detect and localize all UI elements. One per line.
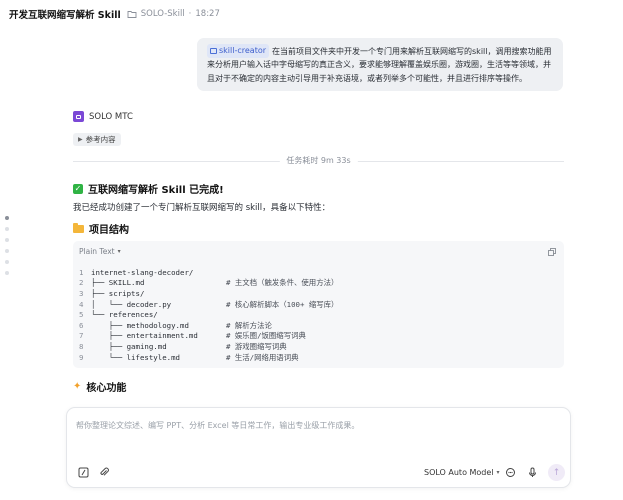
conversation-nav bbox=[5, 216, 9, 275]
done-heading-text: 互联网缩写解析 Skill 已完成! bbox=[88, 185, 224, 196]
structure-heading-text: 项目结构 bbox=[89, 225, 129, 236]
chevron-down-icon: ▾ bbox=[117, 248, 121, 255]
code-line: 4 │ └── decoder.py # 核心解析脚本（100+ 缩写库） bbox=[79, 299, 558, 310]
code-text: │ └── decoder.py bbox=[91, 299, 172, 309]
code-line: 6 ├── methodology.md # 解析方法论 bbox=[79, 320, 558, 331]
mic-icon[interactable] bbox=[526, 466, 538, 478]
chevron-right-icon: ▶ bbox=[78, 136, 83, 143]
line-number: 8 bbox=[79, 341, 84, 351]
user-message: skill-creator 在当前项目文件夹中开发一个专门用来解析互联网缩写的s… bbox=[197, 38, 563, 92]
line-number: 1 bbox=[79, 267, 84, 277]
separator: · bbox=[188, 9, 192, 19]
send-arrow-icon: ↑ bbox=[552, 467, 561, 478]
skill-tag-label: skill-creator bbox=[219, 46, 267, 55]
code-line: 8 ├── gaming.md # 游戏圈缩写词典 bbox=[79, 341, 558, 352]
code-text: ├── entertainment.md bbox=[91, 331, 198, 341]
folder-icon bbox=[127, 11, 137, 18]
nav-dot[interactable] bbox=[5, 227, 9, 231]
code-text: ├── gaming.md bbox=[91, 341, 167, 351]
line-number: 6 bbox=[79, 320, 84, 330]
duration-divider: 任务耗时 9m 33s bbox=[73, 155, 564, 167]
nav-dot[interactable] bbox=[5, 238, 9, 242]
code-text: internet-slang-decoder/ bbox=[91, 267, 194, 277]
code-comment: # 生活/网络用语词典 bbox=[226, 352, 299, 362]
code-line: 9 └── lifestyle.md # 生活/网络用语词典 bbox=[79, 352, 558, 363]
code-line: 2 ├── SKILL.md # 主文档（触发条件、使用方法） bbox=[79, 278, 558, 289]
language-label: Plain Text bbox=[79, 247, 115, 256]
structure-heading: 项目结构 bbox=[73, 221, 129, 236]
agent-name: SOLO MTC bbox=[89, 111, 133, 122]
code-comment: # 娱乐圈/饭圈缩写词典 bbox=[226, 331, 306, 341]
send-button[interactable]: ↑ bbox=[548, 464, 565, 481]
attach-icon[interactable] bbox=[98, 466, 110, 478]
solo-logo-icon bbox=[73, 111, 84, 122]
line-number: 4 bbox=[79, 299, 84, 309]
chevron-down-icon: ▾ bbox=[496, 469, 500, 476]
nav-dot[interactable] bbox=[5, 249, 9, 253]
code-line: 3 ├── scripts/ bbox=[79, 288, 558, 299]
model-label: SOLO Auto Model bbox=[424, 468, 494, 477]
slash-command-icon[interactable] bbox=[77, 466, 89, 478]
line-number: 5 bbox=[79, 310, 84, 320]
folder-emoji-icon bbox=[73, 222, 84, 233]
code-text: ├── scripts/ bbox=[91, 288, 145, 298]
chat-icon[interactable] bbox=[504, 466, 516, 478]
skill-tag[interactable]: skill-creator bbox=[207, 44, 270, 58]
title-bar: 开发互联网缩写解析 Skill SOLO-Skill · 18:27 bbox=[0, 0, 623, 28]
agent-header: SOLO MTC bbox=[73, 111, 133, 122]
reference-button-label: 参考内容 bbox=[85, 135, 116, 144]
nav-dot[interactable] bbox=[5, 216, 9, 220]
sparkle-icon: ✦ bbox=[73, 381, 82, 392]
line-number: 9 bbox=[79, 352, 84, 362]
code-text: ├── methodology.md bbox=[91, 320, 189, 330]
timestamp: 18:27 bbox=[195, 9, 220, 19]
reference-button[interactable]: ▶ 参考内容 bbox=[73, 133, 121, 146]
composer[interactable]: 帮你整理论文综述、编写 PPT、分析 Excel 等日常工作，输出专业级工作成果… bbox=[66, 407, 571, 488]
code-lines: 1 internet-slang-decoder/2 ├── SKILL.md # 主… bbox=[79, 267, 558, 362]
code-comment: # 核心解析脚本（100+ 缩写库） bbox=[226, 299, 339, 309]
code-comment: # 主文档（触发条件、使用方法） bbox=[226, 278, 339, 288]
language-selector[interactable]: Plain Text ▾ bbox=[79, 247, 121, 256]
copy-icon[interactable] bbox=[548, 248, 556, 256]
code-block: Plain Text ▾ 1 internet-slang-decoder/2 ├─… bbox=[73, 241, 564, 368]
model-selector[interactable]: SOLO Auto Model ▾ bbox=[424, 468, 500, 477]
code-text: └── references/ bbox=[91, 310, 158, 320]
code-comment: # 游戏圈缩写词典 bbox=[226, 341, 287, 351]
duration-label: 任务耗时 9m 33s bbox=[279, 155, 358, 166]
line-number: 2 bbox=[79, 278, 84, 288]
composer-input[interactable]: 帮你整理论文综述、编写 PPT、分析 Excel 等日常工作，输出专业级工作成果… bbox=[76, 420, 359, 431]
code-comment: # 解析方法论 bbox=[226, 320, 272, 330]
code-line: 5 └── references/ bbox=[79, 309, 558, 320]
nav-dot[interactable] bbox=[5, 271, 9, 275]
features-heading-text: 核心功能 bbox=[86, 383, 127, 394]
window-title: 开发互联网缩写解析 Skill bbox=[9, 10, 121, 21]
done-heading: ✓ 互联网缩写解析 Skill 已完成! bbox=[73, 181, 224, 196]
check-icon: ✓ bbox=[73, 183, 83, 194]
intro-text: 我已经成功创建了一个专门解析互联网缩写的 skill，具备以下特性： bbox=[73, 203, 331, 213]
nav-dot[interactable] bbox=[5, 260, 9, 264]
line-number: 3 bbox=[79, 288, 84, 298]
skill-tag-icon bbox=[210, 47, 217, 54]
line-number: 7 bbox=[79, 331, 84, 341]
code-line: 7 ├── entertainment.md # 娱乐圈/饭圈缩写词典 bbox=[79, 331, 558, 342]
code-text: └── lifestyle.md bbox=[91, 352, 180, 362]
code-text: ├── SKILL.md bbox=[91, 278, 145, 288]
project-breadcrumb[interactable]: SOLO-Skill · 18:27 bbox=[127, 9, 220, 19]
features-heading: ✦ 核心功能 bbox=[73, 379, 126, 394]
project-name: SOLO-Skill bbox=[140, 9, 185, 19]
code-line: 1 internet-slang-decoder/ bbox=[79, 267, 558, 278]
